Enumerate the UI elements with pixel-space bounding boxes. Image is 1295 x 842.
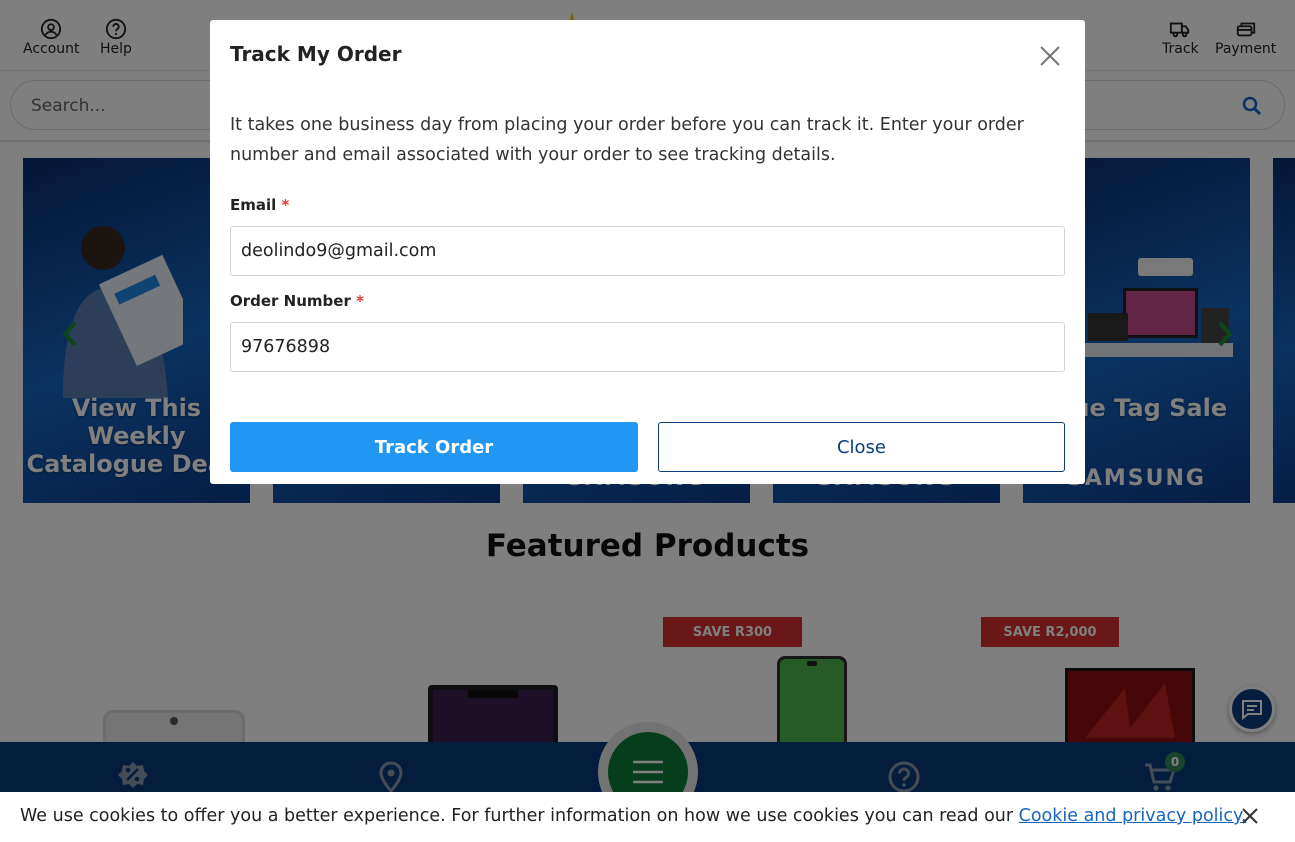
cookie-policy-link[interactable]: Cookie and privacy policy.: [1019, 806, 1247, 826]
order-number-label: Order Number *: [230, 292, 364, 310]
required-marker: *: [356, 292, 364, 310]
close-button[interactable]: Close: [658, 422, 1065, 472]
order-number-field[interactable]: [230, 322, 1065, 372]
email-field[interactable]: [230, 226, 1065, 276]
track-order-button[interactable]: Track Order: [230, 422, 638, 472]
modal-title: Track My Order: [230, 42, 402, 66]
email-label-text: Email: [230, 196, 277, 214]
close-icon[interactable]: [1240, 806, 1260, 826]
required-marker: *: [281, 196, 290, 214]
cookie-banner: We use cookies to offer you a better exp…: [0, 792, 1295, 842]
cookie-text: We use cookies to offer you a better exp…: [20, 806, 1019, 826]
track-order-modal: Track My Order It takes one business day…: [210, 20, 1085, 484]
close-icon[interactable]: [1038, 44, 1062, 68]
email-label: Email *: [230, 196, 289, 214]
modal-description: It takes one business day from placing y…: [230, 115, 1024, 165]
order-number-label-text: Order Number: [230, 292, 351, 310]
cookie-message: We use cookies to offer you a better exp…: [20, 806, 1246, 826]
